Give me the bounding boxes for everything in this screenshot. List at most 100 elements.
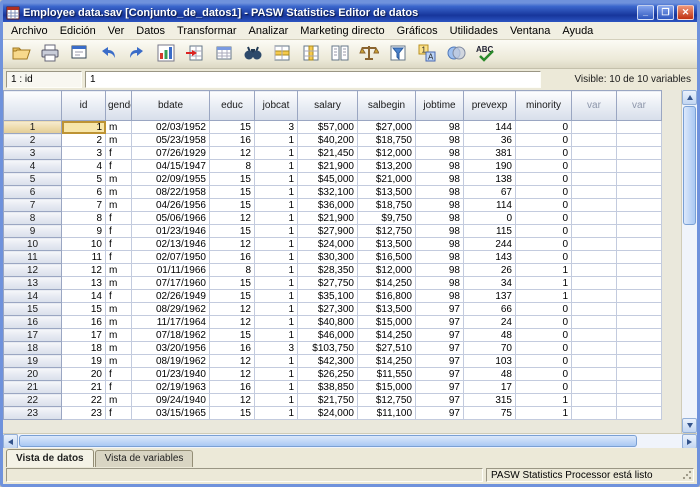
cell-prevexp-13[interactable]: 34 [464, 277, 516, 290]
cell-salary-21[interactable]: $38,850 [298, 381, 358, 394]
cell-var2-18[interactable] [617, 342, 662, 355]
cell-prevexp-2[interactable]: 36 [464, 134, 516, 147]
cell-bdate-16[interactable]: 11/17/1964 [132, 316, 210, 329]
cell-salary-19[interactable]: $42,300 [298, 355, 358, 368]
cell-jobcat-7[interactable]: 1 [255, 199, 298, 212]
column-header-id[interactable]: id [62, 91, 106, 121]
cell-minority-1[interactable]: 0 [516, 121, 572, 134]
cell-prevexp-19[interactable]: 103 [464, 355, 516, 368]
weight-cases-button[interactable] [356, 42, 382, 67]
cell-var1-21[interactable] [572, 381, 617, 394]
spell-check-button[interactable]: ABC [472, 42, 498, 67]
cell-minority-11[interactable]: 0 [516, 251, 572, 264]
row-number-5[interactable]: 5 [4, 173, 62, 186]
cell-educ-8[interactable]: 12 [210, 212, 255, 225]
cell-salary-7[interactable]: $36,000 [298, 199, 358, 212]
cell-var1-17[interactable] [572, 329, 617, 342]
minimize-button[interactable]: _ [637, 5, 654, 20]
cell-prevexp-8[interactable]: 0 [464, 212, 516, 225]
find-button[interactable] [240, 42, 266, 67]
close-button[interactable]: ✕ [677, 5, 694, 20]
cell-var1-5[interactable] [572, 173, 617, 186]
cell-salbegin-10[interactable]: $13,500 [358, 238, 416, 251]
cell-salary-8[interactable]: $21,900 [298, 212, 358, 225]
cell-salbegin-1[interactable]: $27,000 [358, 121, 416, 134]
cell-jobtime-9[interactable]: 98 [416, 225, 464, 238]
column-header-educ[interactable]: educ [210, 91, 255, 121]
cell-minority-23[interactable]: 1 [516, 407, 572, 420]
cell-jobtime-6[interactable]: 98 [416, 186, 464, 199]
cell-var2-5[interactable] [617, 173, 662, 186]
scroll-left-button[interactable] [3, 434, 18, 449]
cell-var2-19[interactable] [617, 355, 662, 368]
cell-minority-13[interactable]: 1 [516, 277, 572, 290]
print-button[interactable] [37, 42, 63, 67]
cell-salbegin-23[interactable]: $11,100 [358, 407, 416, 420]
cell-var1-22[interactable] [572, 394, 617, 407]
cell-jobtime-13[interactable]: 98 [416, 277, 464, 290]
cell-prevexp-20[interactable]: 48 [464, 368, 516, 381]
cell-minority-12[interactable]: 1 [516, 264, 572, 277]
open-button[interactable] [8, 42, 34, 67]
column-header-prevexp[interactable]: prevexp [464, 91, 516, 121]
cell-jobcat-6[interactable]: 1 [255, 186, 298, 199]
cell-prevexp-23[interactable]: 75 [464, 407, 516, 420]
cell-educ-21[interactable]: 16 [210, 381, 255, 394]
tab-vista-de-variables[interactable]: Vista de variables [95, 450, 194, 467]
cell-jobtime-3[interactable]: 98 [416, 147, 464, 160]
cell-bdate-15[interactable]: 08/29/1962 [132, 303, 210, 316]
cell-gender-13[interactable]: m [106, 277, 132, 290]
cell-jobcat-4[interactable]: 1 [255, 160, 298, 173]
cell-prevexp-14[interactable]: 137 [464, 290, 516, 303]
row-number-21[interactable]: 21 [4, 381, 62, 394]
cell-jobtime-11[interactable]: 98 [416, 251, 464, 264]
cell-salbegin-17[interactable]: $14,250 [358, 329, 416, 342]
cell-var1-15[interactable] [572, 303, 617, 316]
resize-grip[interactable] [682, 470, 692, 480]
cell-prevexp-3[interactable]: 381 [464, 147, 516, 160]
cell-salbegin-4[interactable]: $13,200 [358, 160, 416, 173]
column-header-minority[interactable]: minority [516, 91, 572, 121]
cell-minority-10[interactable]: 0 [516, 238, 572, 251]
cell-educ-22[interactable]: 12 [210, 394, 255, 407]
cell-jobtime-19[interactable]: 97 [416, 355, 464, 368]
row-number-20[interactable]: 20 [4, 368, 62, 381]
row-number-2[interactable]: 2 [4, 134, 62, 147]
cell-salbegin-20[interactable]: $11,550 [358, 368, 416, 381]
cell-salary-5[interactable]: $45,000 [298, 173, 358, 186]
cell-gender-4[interactable]: f [106, 160, 132, 173]
tab-vista-de-datos[interactable]: Vista de datos [6, 449, 94, 467]
cell-id-15[interactable]: 15 [62, 303, 106, 316]
cell-gender-22[interactable]: m [106, 394, 132, 407]
cell-gender-10[interactable]: f [106, 238, 132, 251]
cell-jobtime-20[interactable]: 97 [416, 368, 464, 381]
cell-prevexp-21[interactable]: 17 [464, 381, 516, 394]
cell-educ-20[interactable]: 12 [210, 368, 255, 381]
cell-bdate-3[interactable]: 07/26/1929 [132, 147, 210, 160]
row-number-4[interactable]: 4 [4, 160, 62, 173]
cell-prevexp-7[interactable]: 114 [464, 199, 516, 212]
cell-var2-3[interactable] [617, 147, 662, 160]
cell-var2-7[interactable] [617, 199, 662, 212]
cell-gender-16[interactable]: m [106, 316, 132, 329]
cell-salary-14[interactable]: $35,100 [298, 290, 358, 303]
cell-var1-16[interactable] [572, 316, 617, 329]
cell-var2-1[interactable] [617, 121, 662, 134]
cell-bdate-9[interactable]: 01/23/1946 [132, 225, 210, 238]
cell-jobtime-10[interactable]: 98 [416, 238, 464, 251]
cell-gender-2[interactable]: m [106, 134, 132, 147]
cell-salary-6[interactable]: $32,100 [298, 186, 358, 199]
cell-jobcat-23[interactable]: 1 [255, 407, 298, 420]
cell-bdate-4[interactable]: 04/15/1947 [132, 160, 210, 173]
goto-chart-button[interactable] [153, 42, 179, 67]
cell-var2-23[interactable] [617, 407, 662, 420]
cell-var2-15[interactable] [617, 303, 662, 316]
vertical-scrollbar[interactable] [681, 90, 697, 433]
column-header-salbegin[interactable]: salbegin [358, 91, 416, 121]
cell-educ-2[interactable]: 16 [210, 134, 255, 147]
cell-jobcat-16[interactable]: 1 [255, 316, 298, 329]
cell-gender-3[interactable]: f [106, 147, 132, 160]
cell-salary-12[interactable]: $28,350 [298, 264, 358, 277]
select-cases-button[interactable] [385, 42, 411, 67]
insert-variable-button[interactable] [298, 42, 324, 67]
